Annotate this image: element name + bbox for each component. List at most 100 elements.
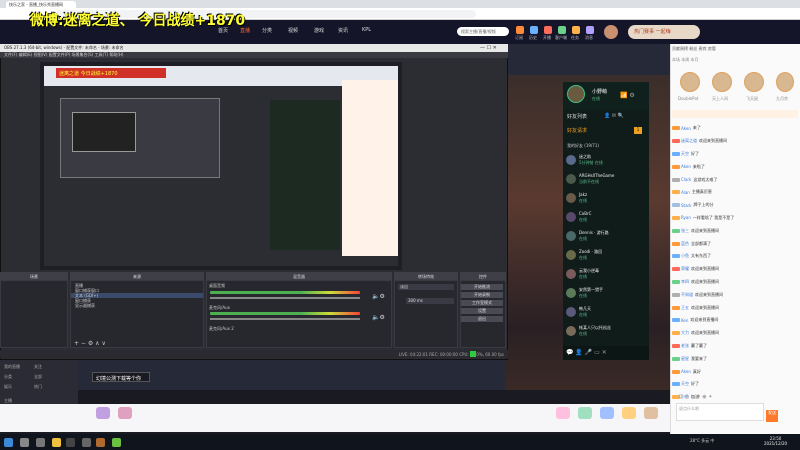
app-icon[interactable] — [96, 438, 105, 447]
obs-titlebar[interactable]: OBS 27.1.3 (64-bit, windows) - 配置文件: 未命名… — [0, 44, 508, 52]
app-icon[interactable] — [112, 438, 121, 447]
rank-period-tabs[interactable]: 本场 本周 本月 — [672, 57, 798, 65]
client-icon[interactable] — [558, 26, 566, 34]
chat-username[interactable]: 李四 — [681, 279, 689, 285]
friend-item[interactable]: CoBrC 在线 — [566, 210, 648, 224]
scenes-dock[interactable] — [0, 280, 68, 348]
clock[interactable]: 23:50 2021/12/20 — [764, 436, 787, 446]
sidebar-item[interactable]: 热门 — [34, 384, 42, 390]
sidebar-item[interactable]: 关注 — [34, 364, 42, 370]
rank-tabs[interactable]: 贡献周榜 粉丝 贵宾 房管 — [672, 46, 798, 54]
promo-banner[interactable]: 热门赛事 一起嗨 — [628, 25, 700, 39]
toolbar-icons[interactable]: 👤 ✉ 🔍 — [604, 113, 624, 119]
sidebar-item[interactable]: 我的直播 — [4, 364, 20, 370]
speaker-icon[interactable]: 🔈⚙ — [372, 293, 385, 300]
chat-username[interactable]: Ken — [681, 318, 688, 323]
friend-item[interactable]: 安然第一猎手 在线 — [566, 286, 648, 300]
chat-username[interactable]: 张三 — [681, 228, 689, 234]
exit-button[interactable]: 退出 — [461, 316, 503, 322]
search-icon[interactable] — [20, 438, 29, 447]
gift-icon[interactable] — [118, 407, 132, 419]
source-item[interactable]: 显示器捕获 — [71, 303, 203, 308]
chat-input[interactable]: 说点什么吧 — [676, 403, 764, 421]
chat-username[interactable]: Stark — [681, 203, 692, 208]
chat-username[interactable]: 大力 — [681, 330, 689, 336]
chat-username[interactable]: 天空 — [681, 381, 689, 387]
user-avatar[interactable] — [604, 25, 618, 39]
nav-news[interactable]: 资讯 — [338, 27, 348, 34]
chat-username[interactable]: 蓝色 — [681, 241, 689, 247]
bottom-icons[interactable]: 💬 👤 🎤 ▭ ✕ — [566, 349, 607, 356]
gift-icon[interactable] — [578, 407, 592, 419]
fan-avatar[interactable] — [680, 72, 700, 92]
nav-game[interactable]: 游戏 — [314, 27, 324, 34]
streamer-avatar[interactable] — [567, 85, 585, 103]
message-icon[interactable] — [586, 26, 594, 34]
friend-item[interactable]: 迷之助 5分钟前 在线 — [566, 153, 648, 167]
chat-username[interactable]: Aken — [681, 164, 691, 169]
chat-username[interactable]: Ryan — [681, 215, 691, 220]
app-icon[interactable] — [82, 438, 91, 447]
gift-icon[interactable] — [96, 407, 110, 419]
start-streaming-button[interactable]: 开始推流 — [461, 284, 503, 290]
gift-icon[interactable] — [622, 407, 636, 419]
obs-icon[interactable] — [66, 438, 75, 447]
friend-item[interactable]: Dennis · 游行路 在线 — [566, 229, 648, 243]
chat-username[interactable]: 小鱼 — [681, 253, 689, 259]
chat-username[interactable]: 迷离之道 — [681, 138, 697, 144]
friend-item[interactable]: ARGHsIlTheGame 当前不在线 — [566, 172, 648, 186]
nav-kpl[interactable]: KPL — [362, 27, 371, 33]
transitions-dock[interactable] — [394, 280, 458, 348]
friend-request-tab[interactable]: 好友请求 — [567, 127, 587, 134]
send-button[interactable]: 发送 — [766, 410, 778, 422]
fan-avatar[interactable] — [776, 72, 794, 92]
fan-avatar[interactable] — [744, 72, 764, 92]
taskview-icon[interactable] — [36, 438, 45, 447]
task-icon[interactable] — [572, 26, 580, 34]
search-input[interactable]: 搜索主播/直播/视频 — [457, 27, 509, 36]
chat-username[interactable]: Aken — [681, 369, 691, 374]
chat-username[interactable]: 不知道 — [681, 292, 693, 298]
chat-username[interactable]: 王五 — [681, 305, 689, 311]
speaker-icon[interactable]: 🔈⚙ — [372, 314, 385, 321]
start-icon[interactable] — [4, 438, 13, 447]
sidebar-item[interactable]: 娱乐 — [4, 384, 12, 390]
fan-avatar[interactable] — [712, 72, 732, 92]
friend-item[interactable]: 云我小逆毒 在线 — [566, 267, 648, 281]
settings-button[interactable]: 设置 — [461, 308, 503, 314]
friend-item[interactable]: 韩几天 在线 — [566, 305, 648, 319]
obs-menubar[interactable]: 文件(F) 编辑(E) 视图(V) 配置文件(P) 场景集合(S) 工具(T) … — [0, 52, 508, 58]
chat-username[interactable]: 星星 — [681, 356, 689, 362]
browser-tab-active[interactable]: 快乐之家 - 直播_快乐秀直播网 — [6, 1, 76, 8]
friend-item[interactable]: Jakz 在线 — [566, 191, 648, 205]
studio-mode-button[interactable]: 工作室模式 — [461, 300, 503, 306]
subscribe-icon[interactable] — [516, 26, 524, 34]
friend-item[interactable]: Zoodi · 路回 在线 — [566, 248, 648, 262]
history-icon[interactable] — [530, 26, 538, 34]
start-recording-button[interactable]: 开始录制 — [461, 292, 503, 298]
nav-category[interactable]: 分类 — [262, 27, 272, 34]
window-controls[interactable]: — ☐ ✕ — [480, 45, 497, 51]
transition-select[interactable]: 淡出 — [398, 284, 454, 290]
chat-username[interactable]: Clark — [681, 177, 691, 182]
chat-username[interactable]: 荣耀 — [681, 266, 689, 272]
sidebar-item[interactable]: 分类 — [4, 374, 12, 380]
nav-video[interactable]: 视频 — [288, 27, 298, 34]
duration-field[interactable]: 300 ms — [406, 298, 454, 304]
friend-item[interactable]: 帐某人只以托松丝 在线 — [566, 324, 648, 338]
gift-icon[interactable] — [600, 407, 614, 419]
volume-slider[interactable] — [210, 297, 360, 299]
volume-slider[interactable] — [210, 318, 360, 320]
header-icons[interactable]: 📶 ⚙ — [620, 92, 635, 99]
gift-icon[interactable] — [644, 407, 658, 419]
chat-username[interactable]: Alan — [681, 190, 690, 195]
chat-username[interactable]: 天空 — [681, 151, 689, 157]
gift-icon[interactable] — [556, 407, 570, 419]
notification-toast[interactable]: 幻境公测下载等个你 — [92, 372, 150, 382]
source-toolbar-icons[interactable]: + − ⚙ ∧ ∨ — [74, 340, 106, 347]
sidebar-item[interactable]: 全部 — [34, 374, 42, 380]
friend-tab[interactable]: 好友列表 — [567, 113, 587, 120]
chat-username[interactable]: Aken — [681, 126, 691, 131]
chrome-icon[interactable] — [52, 438, 61, 447]
system-tray[interactable]: 28°C 多云 中 — [690, 438, 714, 444]
